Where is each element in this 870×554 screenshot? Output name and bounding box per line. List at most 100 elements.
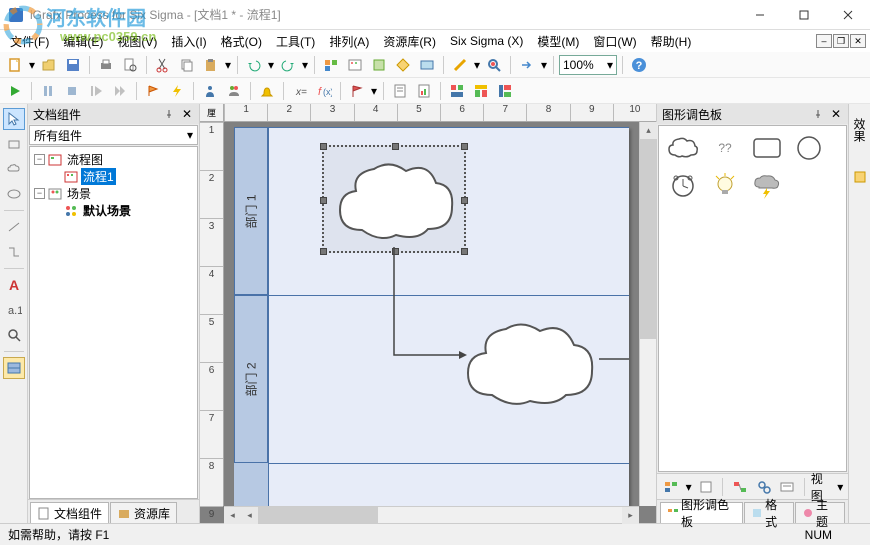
component-filter-combo[interactable]: 所有组件▾ bbox=[29, 125, 198, 145]
zoom-tool[interactable] bbox=[3, 324, 25, 346]
lane-header-1[interactable]: 部门 1 bbox=[234, 127, 268, 295]
ruler-vertical[interactable]: 12 34 56 78 9 bbox=[200, 122, 224, 506]
trace-button[interactable] bbox=[142, 80, 164, 102]
close-button[interactable] bbox=[826, 0, 870, 29]
menu-arrange[interactable]: 排列(A) bbox=[323, 31, 375, 52]
view-dropdown[interactable]: ▾ bbox=[836, 480, 844, 494]
copy-button[interactable] bbox=[176, 54, 198, 76]
menu-insert[interactable]: 插入(I) bbox=[165, 31, 212, 52]
menu-format[interactable]: 格式(O) bbox=[215, 31, 268, 52]
pin-icon[interactable] bbox=[811, 107, 825, 121]
tree-node-default-scenario[interactable]: 默认场景 bbox=[32, 202, 195, 219]
mdi-minimize[interactable]: – bbox=[816, 34, 832, 48]
menu-resource[interactable]: 资源库(R) bbox=[377, 31, 442, 52]
ellipse-tool[interactable] bbox=[3, 183, 25, 205]
highlighter-dropdown[interactable]: ▾ bbox=[473, 58, 481, 72]
step-button[interactable] bbox=[85, 80, 107, 102]
connector-tool[interactable] bbox=[3, 241, 25, 263]
highlighter-button[interactable] bbox=[449, 54, 471, 76]
rt-btn1[interactable] bbox=[661, 476, 682, 498]
formula-button[interactable]: x= bbox=[289, 80, 311, 102]
layout2-button[interactable] bbox=[470, 80, 492, 102]
resources-button[interactable] bbox=[199, 80, 221, 102]
flag-dropdown[interactable]: ▾ bbox=[370, 84, 378, 98]
palette-question[interactable]: ?? bbox=[709, 134, 741, 162]
menu-model[interactable]: 模型(M) bbox=[531, 31, 585, 52]
flag-button[interactable] bbox=[346, 80, 368, 102]
palette-circle[interactable] bbox=[793, 134, 825, 162]
paste-dropdown[interactable]: ▾ bbox=[224, 58, 232, 72]
canvas-viewport[interactable]: 部门 1 部门 2 bbox=[224, 122, 639, 506]
palette-clock[interactable] bbox=[667, 172, 699, 200]
goto-dropdown[interactable]: ▾ bbox=[540, 58, 548, 72]
report1-button[interactable] bbox=[389, 80, 411, 102]
palette-bulb[interactable] bbox=[709, 172, 741, 200]
cloud-tool[interactable] bbox=[3, 158, 25, 180]
tab-format[interactable]: 格式 bbox=[744, 502, 794, 523]
tab-document-components[interactable]: 文档组件 bbox=[30, 502, 109, 523]
undo-dropdown[interactable]: ▾ bbox=[267, 58, 275, 72]
minimize-button[interactable] bbox=[738, 0, 782, 29]
new-button[interactable] bbox=[4, 54, 26, 76]
resources2-button[interactable] bbox=[223, 80, 245, 102]
palette-storm[interactable] bbox=[751, 172, 783, 200]
report2-button[interactable] bbox=[413, 80, 435, 102]
component2-button[interactable] bbox=[344, 54, 366, 76]
horizontal-scrollbar[interactable]: ◂ ◂ ▸ bbox=[224, 506, 639, 523]
help-button[interactable]: ? bbox=[628, 54, 650, 76]
mdi-close[interactable]: ✕ bbox=[850, 34, 866, 48]
collapse-icon[interactable]: − bbox=[34, 154, 45, 165]
tree-node-scenarios[interactable]: − 场景 bbox=[32, 185, 195, 202]
layout1-button[interactable] bbox=[446, 80, 468, 102]
sheet-tab-start[interactable]: ◂ bbox=[224, 507, 241, 524]
pointer-tool[interactable] bbox=[3, 108, 25, 130]
palette-rect[interactable] bbox=[751, 134, 783, 162]
find-button[interactable] bbox=[483, 54, 505, 76]
zoom-combo[interactable]: 100%▾ bbox=[559, 55, 617, 75]
component5-button[interactable] bbox=[416, 54, 438, 76]
tree-node-process1[interactable]: 流程1 bbox=[32, 168, 195, 185]
menu-file[interactable]: 文件(F) bbox=[4, 31, 55, 52]
panel-close-icon[interactable]: ✕ bbox=[180, 107, 194, 121]
panel-close-icon[interactable]: ✕ bbox=[829, 107, 843, 121]
collapse-icon[interactable]: − bbox=[34, 188, 45, 199]
menu-window[interactable]: 窗口(W) bbox=[587, 31, 642, 52]
menu-help[interactable]: 帮助(H) bbox=[645, 31, 698, 52]
mdi-restore[interactable]: ❐ bbox=[833, 34, 849, 48]
menu-edit[interactable]: 编辑(E) bbox=[57, 31, 109, 52]
open-button[interactable] bbox=[38, 54, 60, 76]
stop-button[interactable] bbox=[61, 80, 83, 102]
new-dropdown[interactable]: ▾ bbox=[28, 58, 36, 72]
event-button[interactable] bbox=[166, 80, 188, 102]
tab-theme[interactable]: 主题 bbox=[795, 502, 845, 523]
cut-button[interactable] bbox=[152, 54, 174, 76]
label-tool[interactable]: a.1 bbox=[3, 299, 25, 321]
pause-button[interactable] bbox=[37, 80, 59, 102]
menu-sixsigma[interactable]: Six Sigma (X) bbox=[444, 32, 529, 50]
ruler-unit[interactable]: 厘 bbox=[200, 104, 224, 122]
print-preview-button[interactable] bbox=[119, 54, 141, 76]
redo-button[interactable] bbox=[277, 54, 299, 76]
skip-button[interactable] bbox=[109, 80, 131, 102]
alarm-button[interactable] bbox=[256, 80, 278, 102]
undo-button[interactable] bbox=[243, 54, 265, 76]
component-tree[interactable]: − 流程图 流程1 − 场景 默认场景 bbox=[29, 146, 198, 499]
layout3-button[interactable] bbox=[494, 80, 516, 102]
drawing-page[interactable]: 部门 1 部门 2 bbox=[234, 127, 629, 506]
lane-header-2[interactable]: 部门 2 bbox=[234, 295, 268, 463]
line-tool[interactable] bbox=[3, 216, 25, 238]
vtab-button[interactable] bbox=[849, 166, 870, 188]
rect-tool[interactable] bbox=[3, 133, 25, 155]
component3-button[interactable] bbox=[368, 54, 390, 76]
goto-button[interactable] bbox=[516, 54, 538, 76]
redo-dropdown[interactable]: ▾ bbox=[301, 58, 309, 72]
rt-btn3[interactable] bbox=[729, 476, 750, 498]
maximize-button[interactable] bbox=[782, 0, 826, 29]
palette-cloud[interactable] bbox=[667, 134, 699, 162]
rt-find-button[interactable] bbox=[753, 476, 774, 498]
component4-button[interactable] bbox=[392, 54, 414, 76]
save-button[interactable] bbox=[62, 54, 84, 76]
print-button[interactable] bbox=[95, 54, 117, 76]
tab-resource-library[interactable]: 资源库 bbox=[110, 502, 177, 523]
vtab-effects[interactable]: 效果 bbox=[849, 114, 870, 146]
